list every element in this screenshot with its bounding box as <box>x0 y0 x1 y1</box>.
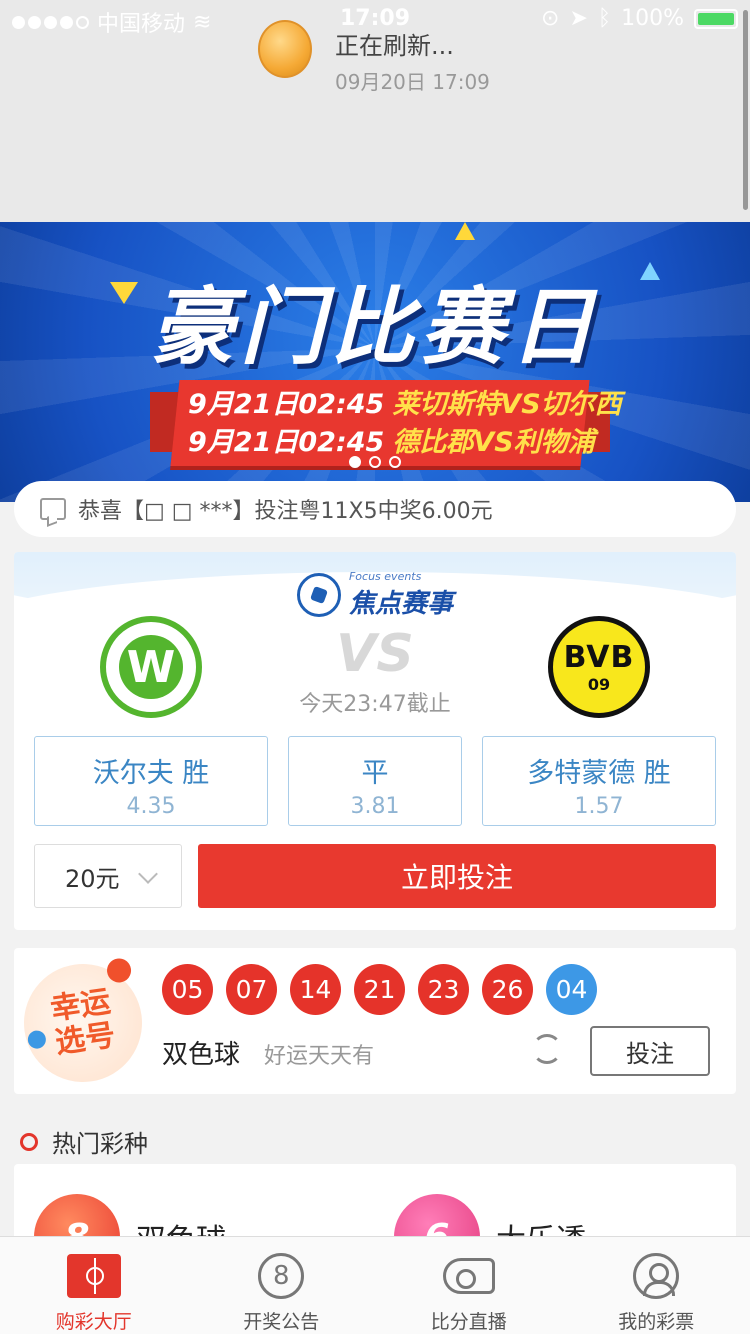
banner-match-date: 9月21日02:45 <box>188 389 385 420</box>
status-bar: 中国移动 ≋ 17:09 ⊙ ➤ ᛒ 100% <box>0 0 750 40</box>
tab-label: 开奖公告 <box>243 1311 320 1333</box>
page-dot[interactable] <box>369 456 381 468</box>
tab-draw-results[interactable]: 8 开奖公告 <box>188 1237 376 1334</box>
user-icon <box>633 1253 680 1299</box>
confetti-icon <box>455 222 475 240</box>
odds-option-draw[interactable]: 平 3.81 <box>288 736 462 826</box>
odds-option-label: 沃尔夫 胜 <box>92 758 210 789</box>
focus-title-cn: 焦点赛事 <box>348 589 453 619</box>
odds-option-home-win[interactable]: 沃尔夫 胜 4.35 <box>34 736 268 826</box>
red-ball: 23 <box>418 964 469 1015</box>
banner-pagination[interactable] <box>0 456 750 468</box>
pitch-icon <box>66 1254 121 1298</box>
lottery-slogan: 好运天天有 <box>264 1044 375 1069</box>
refresh-timestamp: 09月20日 17:09 <box>335 70 490 94</box>
chevron-down-icon <box>138 864 158 884</box>
odds-option-value: 3.81 <box>350 794 400 819</box>
red-ball: 14 <box>290 964 341 1015</box>
focus-event-card: Focus events 焦点赛事 W VS 今天23:47截止 BVB 09 … <box>14 552 736 930</box>
blue-ball: 04 <box>546 964 597 1015</box>
battery-percent: 100% <box>621 6 684 31</box>
odds-option-value: 1.57 <box>574 794 624 819</box>
page-dot[interactable] <box>389 456 401 468</box>
tab-lottery-hall[interactable]: 购彩大厅 <box>0 1237 188 1334</box>
banner-match-date: 9月21日02:45 <box>188 427 385 458</box>
section-header-hot: 热门彩种 <box>20 1124 148 1159</box>
soccer-ball-icon <box>296 573 341 617</box>
page-dot[interactable] <box>349 456 361 468</box>
bluetooth-icon: ᛒ <box>597 6 612 31</box>
ball-8-icon: 8 <box>258 1253 305 1299</box>
red-ball: 07 <box>226 964 277 1015</box>
away-team-logo-text: BVB <box>563 640 635 675</box>
lucky-bet-button[interactable]: 投注 <box>590 1026 710 1076</box>
away-team-logo[interactable]: BVB 09 <box>548 616 650 718</box>
banner-match-list: 9月21日02:45 莱切斯特VS切尔西 9月21日02:45 德比郡VS利物浦 <box>188 386 622 462</box>
place-bet-button[interactable]: 立即投注 <box>198 844 716 908</box>
banner-match-teams: 德比郡VS利物浦 <box>392 427 595 458</box>
lucky-pick-badge-icon: 幸运 选号 <box>16 956 150 1090</box>
away-team-logo-sub: 09 <box>587 675 611 694</box>
message-icon <box>40 498 66 520</box>
tab-label: 购彩大厅 <box>55 1311 132 1333</box>
red-ball: 21 <box>354 964 405 1015</box>
tab-my-lottery[interactable]: 我的彩票 <box>563 1237 750 1334</box>
bet-amount-value: 20元 <box>65 864 120 893</box>
circle-bullet-icon <box>20 1132 38 1151</box>
notice-text: 恭喜【□ □ ***】投注粤11X5中奖6.00元 <box>78 499 493 524</box>
red-ball: 05 <box>162 964 213 1015</box>
tab-live-scores[interactable]: 比分直播 <box>375 1237 563 1334</box>
scrollbar[interactable] <box>743 10 748 210</box>
lucky-badge-text: 选号 <box>53 1017 118 1061</box>
odds-option-value: 4.35 <box>126 794 176 819</box>
lucky-pick-card: 幸运 选号 05 07 14 21 23 26 04 双色球 好运天天有 投注 <box>14 948 736 1094</box>
lottery-name: 双色球 <box>162 1040 241 1070</box>
tab-label: 我的彩票 <box>618 1311 695 1333</box>
focus-event-header: Focus events 焦点赛事 <box>14 570 736 620</box>
location-icon: ➤ <box>569 6 588 31</box>
winning-notice-bar[interactable]: 恭喜【□ □ ***】投注粤11X5中奖6.00元 <box>14 481 736 537</box>
battery-icon <box>694 8 738 29</box>
odds-option-label: 平 <box>361 758 389 789</box>
lottery-number-balls: 05 07 14 21 23 26 04 <box>162 964 597 1015</box>
bottom-tab-bar: 购彩大厅 8 开奖公告 比分直播 我的彩票 <box>0 1236 750 1334</box>
section-title: 热门彩种 <box>52 1130 148 1158</box>
red-ball: 26 <box>482 964 533 1015</box>
tab-label: 比分直播 <box>430 1311 507 1333</box>
banner-match-teams: 莱切斯特VS切尔西 <box>392 389 622 420</box>
whistle-icon <box>442 1258 495 1294</box>
focus-title-en: Focus events <box>348 570 422 583</box>
lock-rotation-icon: ⊙ <box>541 6 560 31</box>
banner-title: 豪门比赛日 <box>149 278 600 376</box>
bet-amount-select[interactable]: 20元 <box>34 844 182 908</box>
hot-lottery-list: 8 双色球 6 大乐透 <box>14 1164 736 1244</box>
promo-banner[interactable]: 豪门比赛日 9月21日02:45 莱切斯特VS切尔西 9月21日02:45 德比郡V… <box>0 222 750 502</box>
odds-option-away-win[interactable]: 多特蒙德 胜 1.57 <box>482 736 716 826</box>
refresh-icon[interactable] <box>532 1034 562 1064</box>
odds-option-label: 多特蒙德 胜 <box>527 758 671 789</box>
